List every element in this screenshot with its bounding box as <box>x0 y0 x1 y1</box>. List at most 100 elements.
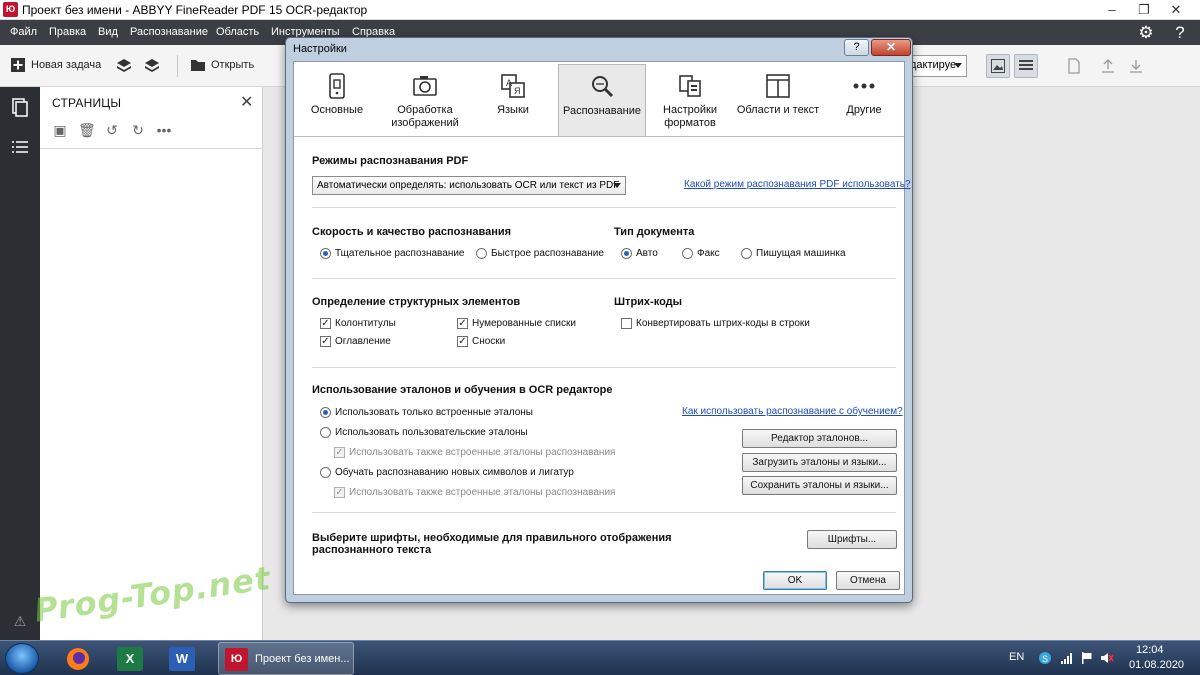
checkbox-checked: ✓ <box>320 318 331 329</box>
tab-languages-label: Языки <box>497 104 529 116</box>
headers-footers-checkbox[interactable]: ✓ Колонтитулы <box>320 318 396 329</box>
doc-type-fax-radio[interactable]: Факс <box>682 248 720 259</box>
speed-quality-title: Скорость и качество распознавания <box>312 226 512 238</box>
menu-recognition[interactable]: Распознавание <box>130 26 208 38</box>
dialog-close-button[interactable]: ✕ <box>871 39 911 56</box>
user-patterns-radio[interactable]: Использовать пользовательские эталоны <box>320 427 528 438</box>
new-task-button[interactable]: Новая задача <box>10 57 101 73</box>
layers-add-icon[interactable] <box>116 58 132 74</box>
also-builtin-checkbox-1[interactable]: ✓ Использовать также встроенные эталоны р… <box>334 447 615 458</box>
barcodes-title: Штрих-коды <box>614 296 683 308</box>
list-icon[interactable] <box>10 137 30 157</box>
tab-basic[interactable]: Основные <box>298 64 376 136</box>
warning-icon[interactable]: ⚠ <box>12 613 28 629</box>
upload-icon[interactable] <box>1100 58 1116 74</box>
radio-checked <box>320 248 331 259</box>
pages-panel: СТРАНИЦЫ ✕ ▣ 🗑 ↺ ↻ ••• <box>40 87 263 640</box>
menu-edit[interactable]: Правка <box>49 26 86 38</box>
thorough-recognition-radio[interactable]: Тщательное распознавание <box>320 248 465 259</box>
save-patterns-button[interactable]: Сохранить эталоны и языки... <box>742 476 897 495</box>
settings-tabs: Основные Обработка изображений AЯ Языки … <box>294 62 904 137</box>
excel-icon[interactable]: X <box>110 643 150 674</box>
radio-label: Использовать пользовательские эталоны <box>335 427 528 438</box>
tab-image-processing[interactable]: Обработка изображений <box>382 64 468 136</box>
pdf-mode-help-link[interactable]: Какой режим распознавания PDF использова… <box>684 179 911 190</box>
tab-other-label: Другие <box>846 104 882 116</box>
folder-icon <box>191 60 205 71</box>
menu-area[interactable]: Область <box>216 26 259 38</box>
chevron-down-icon <box>954 63 962 68</box>
close-window-button[interactable]: ✕ <box>1160 0 1192 20</box>
toolbar-divider <box>177 55 178 77</box>
save-icon[interactable]: ▣ <box>52 122 68 138</box>
doc-type-auto-radio[interactable]: Авто <box>621 248 658 259</box>
download-icon[interactable] <box>1128 58 1144 74</box>
train-recognition-radio[interactable]: Обучать распознаванию новых символов и л… <box>320 467 574 478</box>
flag-icon[interactable] <box>1080 651 1094 665</box>
firefox-icon[interactable] <box>58 643 98 674</box>
dialog-help-button[interactable]: ? <box>844 39 869 56</box>
new-task-label: Новая задача <box>31 59 102 71</box>
tab-other[interactable]: Другие <box>826 64 902 136</box>
network-signal-icon[interactable] <box>1060 651 1074 665</box>
tab-areas-text[interactable]: Области и текст <box>734 64 822 136</box>
tab-image-processing-label: Обработка изображений <box>391 104 459 129</box>
doc-type-typewriter-radio[interactable]: Пишущая машинка <box>741 248 846 259</box>
clock-date[interactable]: 01.08.2020 <box>1129 659 1184 671</box>
rotate-right-icon[interactable]: ↻ <box>130 122 146 138</box>
tab-languages[interactable]: AЯ Языки <box>474 64 552 136</box>
patterns-help-link[interactable]: Как использовать распознавание с обучени… <box>682 406 903 417</box>
clock-time[interactable]: 12:04 <box>1136 644 1164 656</box>
menu-file[interactable]: Файл <box>10 26 37 38</box>
more-dots-icon <box>853 83 875 89</box>
builtin-patterns-radio[interactable]: Использовать только встроенные эталоны <box>320 407 533 418</box>
start-button[interactable] <box>5 643 39 674</box>
footnotes-checkbox[interactable]: ✓ Сноски <box>457 336 505 347</box>
radio-unchecked <box>320 467 331 478</box>
close-icon[interactable]: ✕ <box>240 92 253 112</box>
tab-recognition[interactable]: Распознавание <box>558 64 646 136</box>
radio-label: Использовать только встроенные эталоны <box>335 407 533 418</box>
trash-icon[interactable]: 🗑 <box>78 122 96 138</box>
speaker-muted-icon[interactable] <box>1100 651 1114 665</box>
table-of-contents-checkbox[interactable]: ✓ Оглавление <box>320 336 391 347</box>
checkbox-checked: ✓ <box>320 336 331 347</box>
radio-checked <box>320 407 331 418</box>
word-icon[interactable]: W <box>162 643 202 674</box>
convert-barcodes-checkbox[interactable]: Конвертировать штрих-коды в строки <box>621 318 810 329</box>
divider <box>40 148 263 149</box>
fonts-button[interactable]: Шрифты... <box>807 530 897 549</box>
mode-dropdown[interactable]: дактируе <box>905 55 967 77</box>
minimize-button[interactable]: – <box>1096 0 1128 20</box>
pages-toolbar: ▣ 🗑 ↺ ↻ ••• <box>52 119 172 141</box>
fast-recognition-radio[interactable]: Быстрое распознавание <box>476 248 604 259</box>
skype-icon[interactable]: S <box>1038 651 1052 665</box>
more-icon[interactable]: ••• <box>156 122 172 138</box>
text-view-button[interactable] <box>1014 54 1038 78</box>
cancel-button[interactable]: Отмена <box>836 571 900 590</box>
pattern-editor-button[interactable]: Редактор эталонов... <box>742 429 897 448</box>
window-title: Проект без имени - ABBYY FineReader PDF … <box>22 3 368 17</box>
rotate-left-icon[interactable]: ↺ <box>104 122 120 138</box>
layers-icon[interactable] <box>144 58 160 74</box>
language-indicator[interactable]: EN <box>1009 651 1024 663</box>
finereader-task-button[interactable]: Ю Проект без имен... <box>218 642 354 675</box>
maximize-button[interactable]: ❐ <box>1128 0 1160 20</box>
help-icon[interactable]: ? <box>1170 23 1190 43</box>
also-builtin-checkbox-2[interactable]: ✓ Использовать также встроенные эталоны р… <box>334 487 615 498</box>
open-label: Открыть <box>211 59 255 71</box>
gear-icon[interactable]: ⚙ <box>1136 23 1156 43</box>
pages-icon[interactable] <box>10 97 30 117</box>
open-button[interactable]: Открыть <box>190 57 254 73</box>
tab-format-settings[interactable]: Настройки форматов <box>650 64 730 136</box>
ok-button[interactable]: OK <box>763 571 827 590</box>
pdf-mode-select[interactable]: Автоматически определять: использовать O… <box>312 176 626 195</box>
load-patterns-button[interactable]: Загрузить эталоны и языки... <box>742 453 897 472</box>
tab-areas-text-label: Области и текст <box>736 104 820 116</box>
image-view-button[interactable] <box>986 54 1010 78</box>
numbered-lists-checkbox[interactable]: ✓ Нумерованные списки <box>457 318 576 329</box>
divider <box>312 512 896 513</box>
document-check-icon[interactable] <box>1066 58 1082 74</box>
menu-view[interactable]: Вид <box>98 26 118 38</box>
finereader-taskbar-logo-icon: Ю <box>225 648 248 671</box>
